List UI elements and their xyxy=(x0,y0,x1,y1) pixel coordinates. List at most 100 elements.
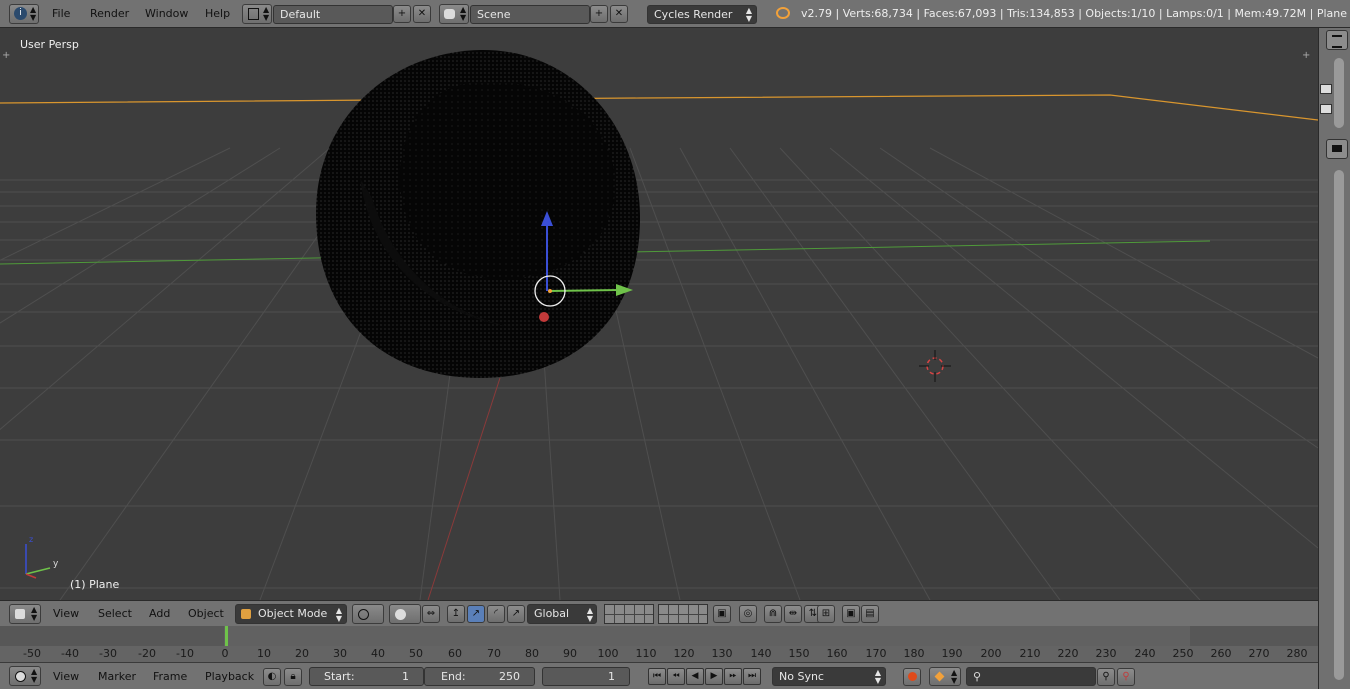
timeline-tick: 60 xyxy=(448,647,462,660)
properties-toggle-icon[interactable]: + xyxy=(1302,50,1310,61)
proportional-edit-button[interactable]: ◎ xyxy=(739,605,757,623)
delete-scene-button[interactable]: ✕ xyxy=(610,5,628,23)
menu-render[interactable]: Render xyxy=(90,7,129,20)
timeline-tick: 250 xyxy=(1172,647,1194,660)
lock-frame-range-button[interactable]: 🔒︎ xyxy=(284,668,302,686)
scene-field[interactable]: Scene xyxy=(470,5,590,24)
play-button[interactable]: ▶ xyxy=(705,668,723,685)
jump-keyframe-forward-button[interactable]: ⏩︎ xyxy=(724,668,742,685)
camera-visibility-icon[interactable] xyxy=(1320,84,1332,94)
menu-window[interactable]: Window xyxy=(145,7,188,20)
record-icon xyxy=(907,672,917,681)
menu-object[interactable]: Object xyxy=(188,607,224,620)
end-frame-field[interactable]: End: 250 xyxy=(424,667,535,686)
menu-view[interactable]: View xyxy=(53,607,79,620)
timeline-ruler[interactable]: -50 -40 -30 -20 -10 0 10 20 30 40 50 60 … xyxy=(0,646,1318,662)
timeline-tick: 210 xyxy=(1019,647,1041,660)
gizmo-y-arrow xyxy=(549,289,621,292)
current-frame-field[interactable]: 1 xyxy=(542,667,630,686)
timeline-tick: 90 xyxy=(563,647,577,660)
render-engine-dropdown[interactable]: Cycles Render ▲ ▼ xyxy=(647,5,757,24)
timeline-tick: 190 xyxy=(941,647,963,660)
manipulator-toggle-button[interactable]: ⇔ xyxy=(422,605,440,623)
chevron-updown-icon: ▲ ▼ xyxy=(31,605,38,622)
screen-layout-browse-button[interactable]: ▲ ▼ xyxy=(242,4,272,24)
menu-add[interactable]: Add xyxy=(149,607,170,620)
viewport-shading-button[interactable] xyxy=(352,604,384,624)
keying-set-icon: ⚲ xyxy=(973,670,982,683)
jump-to-end-button[interactable]: ⏭︎ xyxy=(743,668,761,685)
snap-grid-button[interactable]: ⊞ xyxy=(817,605,835,623)
menu-timeline-view[interactable]: View xyxy=(53,670,79,683)
jump-keyframe-back-button[interactable]: ⏪︎ xyxy=(667,668,685,685)
timeline-tick: 30 xyxy=(333,647,347,660)
chevron-updown-icon: ▲ ▼ xyxy=(460,5,467,22)
manipulator-custom-button[interactable]: ↗ xyxy=(507,605,525,623)
viewport-canvas xyxy=(0,49,1318,600)
menu-help[interactable]: Help xyxy=(205,7,230,20)
editor-type-button[interactable]: i ▲ ▼ xyxy=(9,4,39,24)
transform-orientation-dropdown[interactable]: Global ▲ ▼ xyxy=(527,604,597,624)
keying-set-field[interactable]: ⚲ xyxy=(966,667,1096,686)
sync-mode-dropdown[interactable]: No Sync ▲ ▼ xyxy=(772,667,886,686)
camera-visibility-icon[interactable] xyxy=(1320,104,1332,114)
timeline-tick: 0 xyxy=(221,647,229,660)
interaction-mode-dropdown[interactable]: Object Mode ▲ ▼ xyxy=(235,604,347,624)
play-reverse-button[interactable]: ◀ xyxy=(686,668,704,685)
menu-playback[interactable]: Playback xyxy=(205,670,254,683)
scene-browse-button[interactable]: ▲ ▼ xyxy=(439,4,469,24)
add-layout-button[interactable]: + xyxy=(393,5,411,23)
horizon-orange-line xyxy=(0,94,1318,121)
insert-keyframe-button[interactable]: ⚲ xyxy=(1097,668,1115,686)
snap-toggle-button[interactable]: ⋒ xyxy=(764,605,782,623)
auto-keying-record-button[interactable] xyxy=(903,668,921,686)
menu-frame[interactable]: Frame xyxy=(153,670,187,683)
blender-logo-icon xyxy=(776,7,790,19)
opengl-render-image-button[interactable]: ▣ xyxy=(842,605,860,623)
floor-grid xyxy=(0,147,1318,600)
snap-element-button[interactable]: ⇹ xyxy=(784,605,802,623)
menu-file[interactable]: File xyxy=(52,7,70,20)
delete-layout-button[interactable]: ✕ xyxy=(413,5,431,23)
menu-select[interactable]: Select xyxy=(98,607,132,620)
3d-viewport[interactable]: z y User Persp (1) Plane + + xyxy=(0,28,1318,600)
preview-range-button[interactable]: ◐ xyxy=(263,668,281,686)
properties-editor-button[interactable] xyxy=(1326,139,1348,159)
jump-to-start-button[interactable]: ⏮︎ xyxy=(648,668,666,685)
current-frame-indicator[interactable] xyxy=(225,626,228,646)
start-frame-label: Start: xyxy=(324,670,355,683)
start-frame-field[interactable]: Start: 1 xyxy=(309,667,424,686)
manipulator-translate-button[interactable]: ↥ xyxy=(447,605,465,623)
chevron-updown-icon: ▲ ▼ xyxy=(30,5,37,22)
toolshelf-toggle-icon[interactable]: + xyxy=(2,50,10,61)
manipulator-rotate-button[interactable]: ↗ xyxy=(467,605,485,623)
editor-type-timeline-button[interactable]: ▲ ▼ xyxy=(9,666,41,686)
3d-cursor xyxy=(919,350,951,382)
manipulator-scale-button[interactable]: ◜ xyxy=(487,605,505,623)
layer-lock-button[interactable]: ▣ xyxy=(713,605,731,623)
scene-statistics: v2.79 | Verts:68,734 | Faces:67,093 | Tr… xyxy=(801,7,1348,20)
3d-view-header: ▲ ▼ View Select Add Object Object Mode ▲ ▼… xyxy=(0,600,1318,626)
shading-sphere-icon xyxy=(358,609,369,620)
timeline-editor[interactable]: -50 -40 -30 -20 -10 0 10 20 30 40 50 60 … xyxy=(0,626,1318,662)
keying-mode-dropdown[interactable]: ▲ ▼ xyxy=(929,667,961,686)
pivot-point-button[interactable] xyxy=(389,604,421,624)
info-icon: i xyxy=(14,7,27,20)
menu-marker[interactable]: Marker xyxy=(98,670,136,683)
chevron-updown-icon: ▲ ▼ xyxy=(586,606,593,623)
layer-buttons-group-1[interactable] xyxy=(604,604,654,624)
screen-layout-field[interactable]: Default xyxy=(273,5,393,24)
layout-grid-icon xyxy=(248,8,259,20)
properties-scrollbar[interactable] xyxy=(1334,170,1344,680)
pivot-icon xyxy=(395,609,406,620)
delete-keyframe-button[interactable]: ⚲ xyxy=(1117,668,1135,686)
outliner-scrollbar[interactable] xyxy=(1334,58,1344,128)
timeline-tick: 200 xyxy=(980,647,1002,660)
object-mode-icon xyxy=(241,609,251,619)
opengl-render-animation-button[interactable]: ▤ xyxy=(861,605,879,623)
layer-buttons-group-2[interactable] xyxy=(658,604,708,624)
outliner-editor-button[interactable] xyxy=(1326,30,1348,50)
chevron-updown-icon: ▲ ▼ xyxy=(745,6,752,23)
add-scene-button[interactable]: + xyxy=(590,5,608,23)
editor-type-3d-button[interactable]: ▲ ▼ xyxy=(9,604,41,624)
